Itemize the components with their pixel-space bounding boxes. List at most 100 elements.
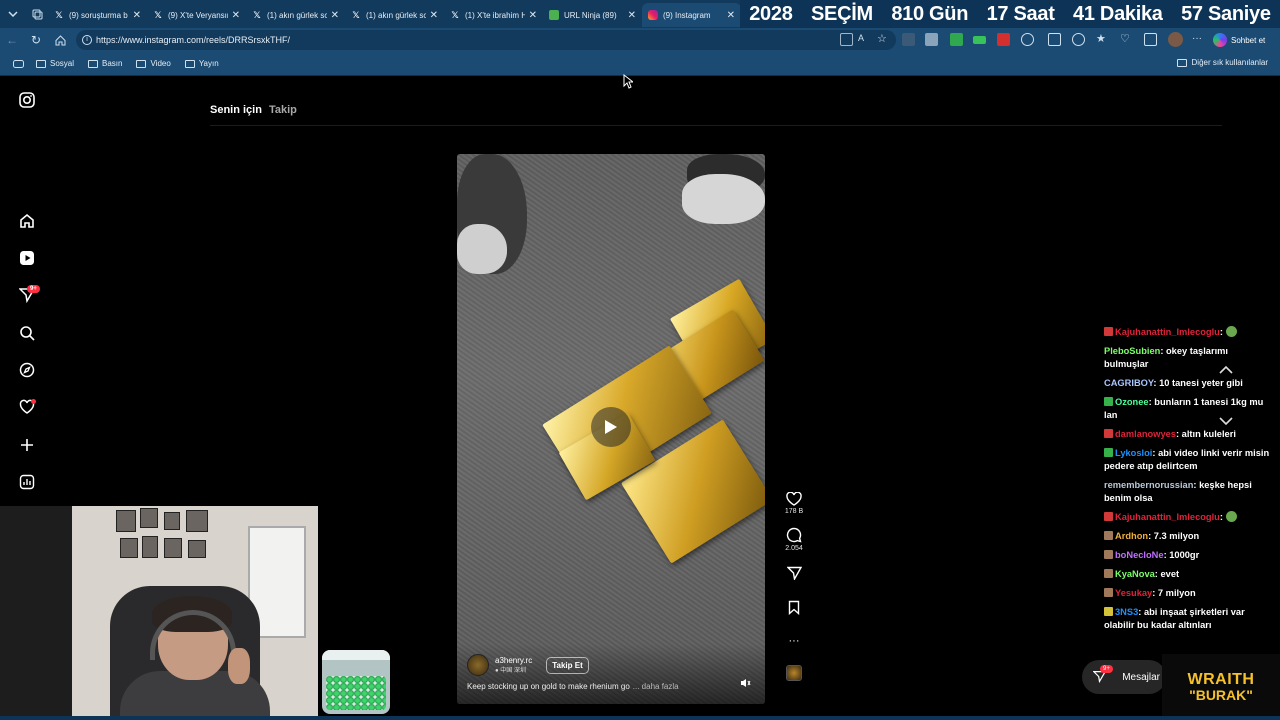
back-button[interactable]: ← [0,28,24,52]
bookmark-folder-basin[interactable]: Basın [88,59,122,68]
chat-badge-icon [1104,429,1113,438]
extensions-puzzle-icon[interactable] [1021,33,1034,46]
author-names: a3henry.rc ● 中国 深圳 [495,656,532,674]
browser-tab[interactable]: 𝕏 (1) akın gürlek sc ✕ [345,3,444,27]
dashboard-icon[interactable] [17,472,37,492]
home-icon[interactable] [17,211,37,231]
browser-tab[interactable]: 𝕏 (9) soruşturma b ✕ [48,3,147,27]
chat-badge-icon [1104,531,1113,540]
browser-tab[interactable]: 𝕏 (1) X'te ibrahim H ✕ [444,3,543,27]
close-tab-icon[interactable]: ✕ [430,10,438,21]
profile-avatar[interactable] [1168,32,1183,47]
workspaces-icon[interactable] [26,0,48,28]
chat-message: KyaNova: evet [1104,568,1274,581]
extension-icon[interactable] [925,33,938,46]
author-avatar[interactable] [467,654,489,676]
wall-frame [164,538,182,558]
chat-emote-icon [1225,326,1237,337]
chat-username: KyaNova [1115,569,1155,579]
close-tab-icon[interactable]: ✕ [133,10,141,21]
comment-button[interactable]: 2.054 [785,527,803,552]
author-username[interactable]: a3henry.rc [495,656,532,665]
chat-text: 1000gr [1169,550,1200,560]
site-info-icon[interactable]: i [82,35,92,45]
close-tab-icon[interactable]: ✕ [727,10,735,21]
browser-essentials-icon[interactable] [1072,33,1085,46]
extension-icon[interactable] [973,36,986,44]
save-button[interactable] [788,600,800,615]
home-button[interactable] [48,28,72,52]
tab-following[interactable]: Takip [269,104,297,116]
tab-title: URL Ninja (89) [564,10,617,20]
extension-icon[interactable] [950,33,963,46]
share-button[interactable] [786,566,802,580]
browser-tab[interactable]: 𝕏 (1) akın gürlek sc ✕ [246,3,345,27]
read-aloud-icon[interactable]: A [858,33,871,46]
search-icon[interactable] [17,323,37,343]
create-icon[interactable] [17,435,37,455]
chat-message: 3NS3: abi inşaat şirketleri var olabilir… [1104,606,1274,632]
url-text: https://www.instagram.com/reels/DRRSrsxk… [96,35,291,45]
more-options-icon[interactable]: ··· [789,636,800,647]
reel-actions: 178 B 2.054 ··· [783,492,805,681]
favorite-star-icon[interactable]: ☆ [877,33,890,46]
favorites-icon[interactable]: ★ [1096,33,1109,46]
screenshot-icon[interactable] [1144,33,1157,46]
x-logo-icon: 𝕏 [253,9,261,20]
countdown-minutes: 41 Dakika [1073,2,1163,25]
reels-icon[interactable] [17,248,37,268]
close-tab-icon[interactable]: ✕ [232,10,240,21]
original-audio-button[interactable] [786,665,802,681]
more-options-icon[interactable]: ··· [1192,33,1205,46]
browser-tab[interactable]: (9) Instagram ✕ [642,3,741,27]
folder-icon [36,59,46,68]
bookmark-folder-video[interactable]: Video [136,59,171,68]
bookmark-folder-yayin[interactable]: Yayın [184,59,219,68]
tab-actions-menu[interactable] [0,0,26,28]
performance-icon[interactable]: ♡ [1120,33,1133,46]
explore-icon[interactable] [17,360,37,380]
close-tab-icon[interactable]: ✕ [529,10,537,21]
chat-message: Kajuhanattin_Imlecoglu: [1104,511,1274,524]
jar-lid [322,650,390,660]
chat-badge-icon [1104,397,1113,406]
chat-username: 3NS3 [1115,607,1139,617]
bookmark-folder-sosyal[interactable]: Sosyal [36,59,74,68]
wall-frame [116,510,136,532]
split-screen-icon[interactable] [1048,33,1061,46]
election-countdown-banner: 2028 SEÇİM 810 Gün 17 Saat 41 Dakika 57 … [740,0,1280,28]
like-button[interactable]: 178 B [785,492,803,515]
bookmark-label: Yayın [198,59,219,68]
follow-button[interactable]: Takip Et [546,656,589,674]
close-tab-icon[interactable]: ✕ [331,10,339,21]
other-bookmarks[interactable]: Diğer sık kullanılanlar [1176,58,1268,67]
chat-username: Lykosloi [1115,448,1153,458]
extension-icon[interactable] [997,33,1010,46]
messages-button[interactable]: 9+ Mesajlar [1082,660,1166,694]
chat-emote-icon [1225,511,1237,522]
address-bar[interactable]: i https://www.instagram.com/reels/DRRSrs… [76,30,896,50]
reel-author: a3henry.rc ● 中国 深圳 Takip Et [467,654,589,676]
countdown-hours: 17 Saat [986,2,1055,25]
bottom-accent-line [0,716,1280,720]
instagram-logo-icon[interactable] [17,90,37,110]
author-location: ● 中国 深圳 [495,668,526,674]
mute-button[interactable] [740,678,751,690]
browser-tab[interactable]: URL Ninja (89) ✕ [543,3,642,27]
chat-badge-icon [1104,588,1113,597]
x-logo-icon: 𝕏 [154,9,162,20]
tab-for-you[interactable]: Senin için [210,104,262,116]
close-tab-icon[interactable]: ✕ [628,10,636,21]
chat-username: remembernorussian [1104,480,1194,490]
streamer-hand [228,648,250,684]
caption-more-link[interactable]: ... daha fazla [633,682,679,691]
notification-dot [31,399,36,404]
browser-tab[interactable]: 𝕏 (9) X'te Veryansın ✕ [147,3,246,27]
extension-icon[interactable] [902,33,915,46]
tab-sidebar-icon[interactable] [0,59,36,68]
refresh-button[interactable]: ↻ [24,28,48,52]
reel-info-overlay: a3henry.rc ● 中国 深圳 Takip Et Keep stockin… [457,154,765,704]
chat-badge-icon [1104,607,1113,616]
copilot-chat-button[interactable]: Sohbet et [1213,31,1265,49]
reader-view-icon[interactable] [840,33,853,46]
